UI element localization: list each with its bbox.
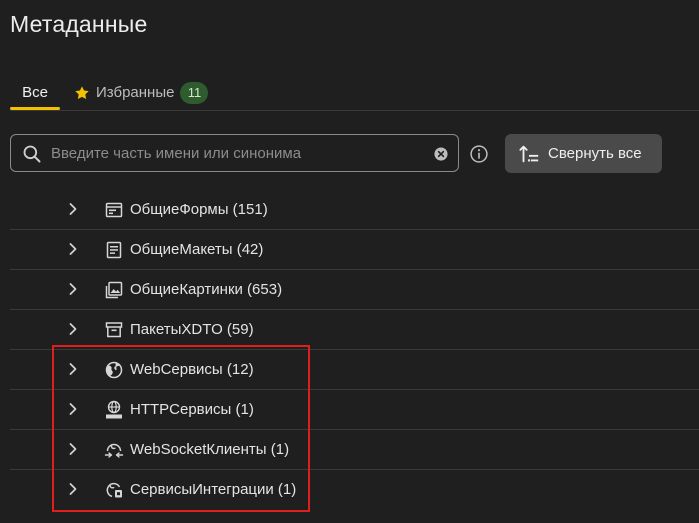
search-input[interactable]	[51, 141, 431, 165]
http-globe-icon	[106, 400, 122, 419]
websocket-icon	[104, 443, 124, 458]
tree-item-http-services[interactable]: HTTPСервисы (1)	[10, 390, 699, 430]
picture-icon	[105, 281, 123, 299]
tree-item-common-templates[interactable]: ОбщиеМакеты (42)	[10, 230, 699, 270]
star-icon	[75, 85, 89, 99]
chevron-right-icon[interactable]	[67, 442, 79, 456]
chevron-right-icon[interactable]	[67, 482, 79, 496]
tree-item-common-pictures[interactable]: ОбщиеКартинки (653)	[10, 270, 699, 310]
tree-item-web-services[interactable]: WebСервисы (12)	[10, 350, 699, 390]
chevron-right-icon[interactable]	[67, 362, 79, 376]
favorites-count-badge: 11	[180, 81, 209, 104]
tab-favorites-label: Избранные	[96, 84, 175, 101]
page-title: Метаданные	[10, 11, 148, 37]
tab-bar: Все Избранные 11	[10, 76, 699, 111]
search-icon	[23, 145, 41, 163]
chevron-right-icon[interactable]	[67, 202, 79, 216]
globe-icon	[105, 361, 123, 379]
collapse-all-label: Свернуть все	[548, 145, 642, 162]
tree-item-xdto-packages[interactable]: ПакетыXDTO (59)	[10, 310, 699, 350]
form-icon	[105, 202, 123, 218]
tree-item-label: ОбщиеФормы (151)	[130, 201, 268, 218]
package-icon	[105, 322, 123, 338]
integration-icon	[106, 482, 122, 498]
tree-item-websocket-clients[interactable]: WebSocketКлиенты (1)	[10, 430, 699, 470]
tab-all[interactable]: Все	[10, 76, 60, 110]
tree-item-integration-services[interactable]: СервисыИнтеграции (1)	[10, 470, 699, 510]
tree-item-label: СервисыИнтеграции (1)	[130, 481, 297, 498]
tree-item-label: ОбщиеКартинки (653)	[130, 281, 283, 298]
tree-item-label: ОбщиеМакеты (42)	[130, 241, 264, 258]
chevron-right-icon[interactable]	[67, 282, 79, 296]
info-icon[interactable]	[469, 144, 489, 164]
tree-item-common-forms[interactable]: ОбщиеФормы (151)	[10, 190, 699, 230]
tree-item-label: HTTPСервисы (1)	[130, 401, 254, 418]
chevron-right-icon[interactable]	[67, 242, 79, 256]
tree-item-label: WebСервисы (12)	[130, 361, 254, 378]
clear-icon[interactable]	[434, 147, 448, 161]
collapse-all-icon	[519, 145, 539, 162]
tab-favorites[interactable]: Избранные 11	[74, 76, 209, 109]
chevron-right-icon[interactable]	[67, 322, 79, 336]
metadata-tree: ОбщиеФормы (151) ОбщиеМакеты (42) ОбщиеК…	[10, 190, 699, 510]
chevron-right-icon[interactable]	[67, 402, 79, 416]
tab-all-label: Все	[22, 84, 48, 101]
search-field	[10, 134, 459, 172]
template-icon	[106, 241, 122, 259]
tree-item-label: ПакетыXDTO (59)	[130, 321, 254, 338]
collapse-all-button[interactable]: Свернуть все	[505, 134, 662, 173]
tree-item-label: WebSocketКлиенты (1)	[130, 441, 290, 458]
active-tab-indicator	[10, 107, 60, 110]
